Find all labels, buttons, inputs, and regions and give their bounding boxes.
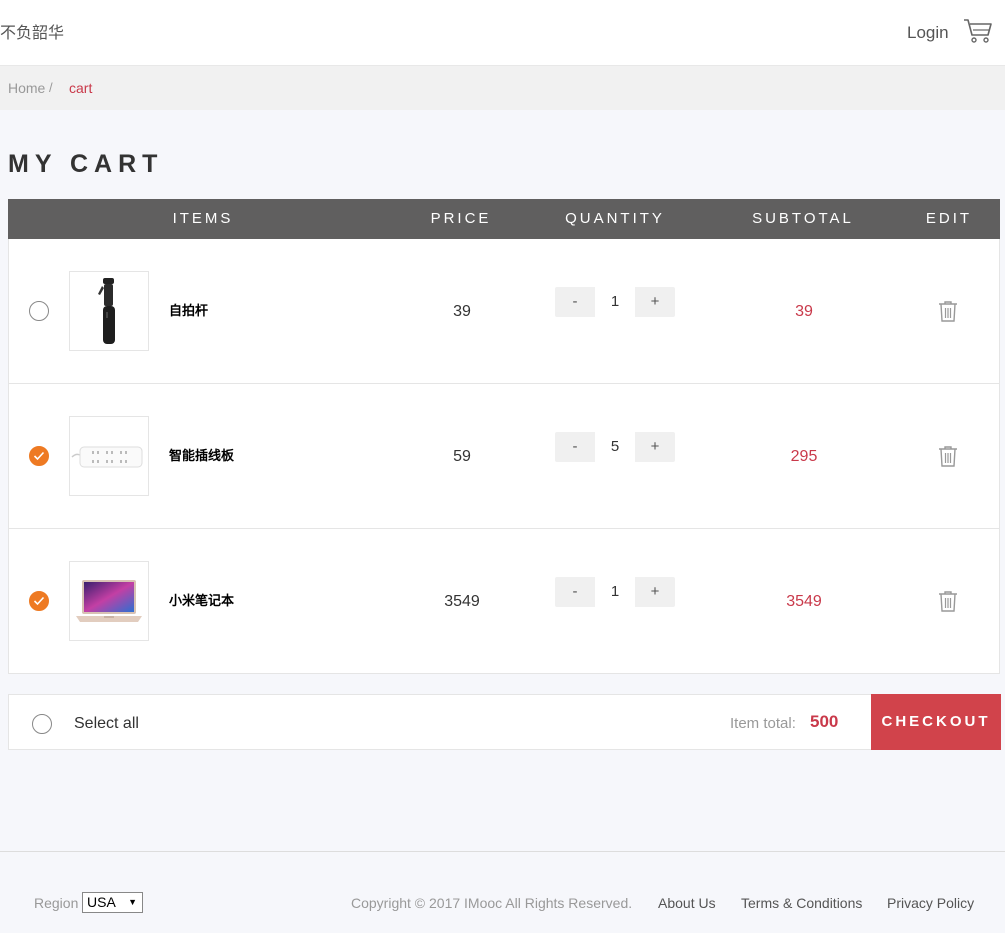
select-all-checkbox[interactable] [32, 714, 52, 734]
cart-table-header: ITEMS PRICE QUANTITY SUBTOTAL EDIT [8, 199, 1000, 239]
page-title: MY CART [8, 150, 164, 178]
quantity-stepper: - 5 + [555, 432, 675, 462]
product-subtotal: 3549 [786, 593, 822, 610]
header-edit: EDIT [925, 210, 973, 227]
quantity-value[interactable]: 5 [595, 432, 635, 462]
breadcrumb-home[interactable]: Home [8, 80, 45, 96]
footer-link-terms[interactable]: Terms & Conditions [741, 895, 862, 911]
item-total-label: Item total: [730, 715, 796, 732]
header: 不负韶华 Login [0, 0, 1005, 66]
cart-table-body: 自拍杆 39 - 1 + 39 智能插线板 59 - 5 + 295 小米笔记本… [8, 239, 1000, 674]
footer-link-about[interactable]: About Us [658, 895, 716, 911]
header-items: ITEMS [172, 210, 234, 227]
cart-row: 智能插线板 59 - 5 + 295 [9, 384, 999, 529]
site-logo[interactable]: 不负韶华 [0, 19, 64, 43]
decrease-quantity-button[interactable]: - [555, 432, 595, 462]
checkmark-icon [33, 451, 45, 461]
decrease-quantity-button[interactable]: - [555, 577, 595, 607]
header-price: PRICE [430, 210, 492, 227]
increase-quantity-button[interactable]: + [635, 287, 675, 317]
trash-icon[interactable] [938, 300, 958, 322]
breadcrumb-separator: / [49, 80, 53, 95]
trash-icon[interactable] [938, 590, 958, 612]
footer-link-privacy[interactable]: Privacy Policy [887, 895, 974, 911]
region-select-value: USA [87, 894, 116, 910]
region-label: Region [34, 895, 79, 911]
increase-quantity-button[interactable]: + [635, 432, 675, 462]
cart-summary-bar: Select all Item total: 500 CHECKOUT [8, 694, 1001, 750]
trash-icon[interactable] [938, 445, 958, 467]
header-subtotal: SUBTOTAL [752, 210, 854, 227]
product-price: 39 [453, 303, 471, 320]
cart-icon[interactable] [963, 18, 993, 44]
product-name[interactable]: 智能插线板 [169, 445, 234, 464]
power-strip-image[interactable] [69, 416, 149, 496]
quantity-value[interactable]: 1 [595, 287, 635, 317]
increase-quantity-button[interactable]: + [635, 577, 675, 607]
checkout-button[interactable]: CHECKOUT [871, 694, 1001, 750]
header-quantity: QUANTITY [565, 210, 665, 227]
selfie-stick-image[interactable] [69, 271, 149, 351]
quantity-stepper: - 1 + [555, 577, 675, 607]
item-total-value: 500 [810, 712, 839, 731]
item-checkbox[interactable] [29, 301, 49, 321]
item-checkbox[interactable] [29, 591, 49, 611]
quantity-value[interactable]: 1 [595, 577, 635, 607]
product-name[interactable]: 自拍杆 [169, 300, 208, 319]
product-price: 3549 [444, 593, 480, 610]
login-link[interactable]: Login [907, 23, 949, 43]
checkmark-icon [33, 596, 45, 606]
cart-row: 小米笔记本 3549 - 1 + 3549 [9, 529, 999, 674]
copyright-text: Copyright © 2017 IMooc All Rights Reserv… [351, 895, 633, 911]
breadcrumb-current: cart [69, 80, 93, 96]
select-all-label[interactable]: Select all [74, 715, 139, 733]
laptop-image[interactable] [69, 561, 149, 641]
breadcrumb: Home / cart [0, 66, 1005, 110]
product-price: 59 [453, 448, 471, 465]
footer: Region USA ▼ Copyright © 2017 IMooc All … [0, 851, 1005, 933]
decrease-quantity-button[interactable]: - [555, 287, 595, 317]
cart-row: 自拍杆 39 - 1 + 39 [9, 239, 999, 384]
product-name[interactable]: 小米笔记本 [169, 590, 234, 609]
quantity-stepper: - 1 + [555, 287, 675, 317]
product-subtotal: 39 [795, 303, 813, 320]
product-subtotal: 295 [790, 448, 818, 465]
caret-down-icon: ▼ [128, 897, 137, 907]
region-select[interactable]: USA ▼ [82, 892, 143, 913]
item-checkbox[interactable] [29, 446, 49, 466]
